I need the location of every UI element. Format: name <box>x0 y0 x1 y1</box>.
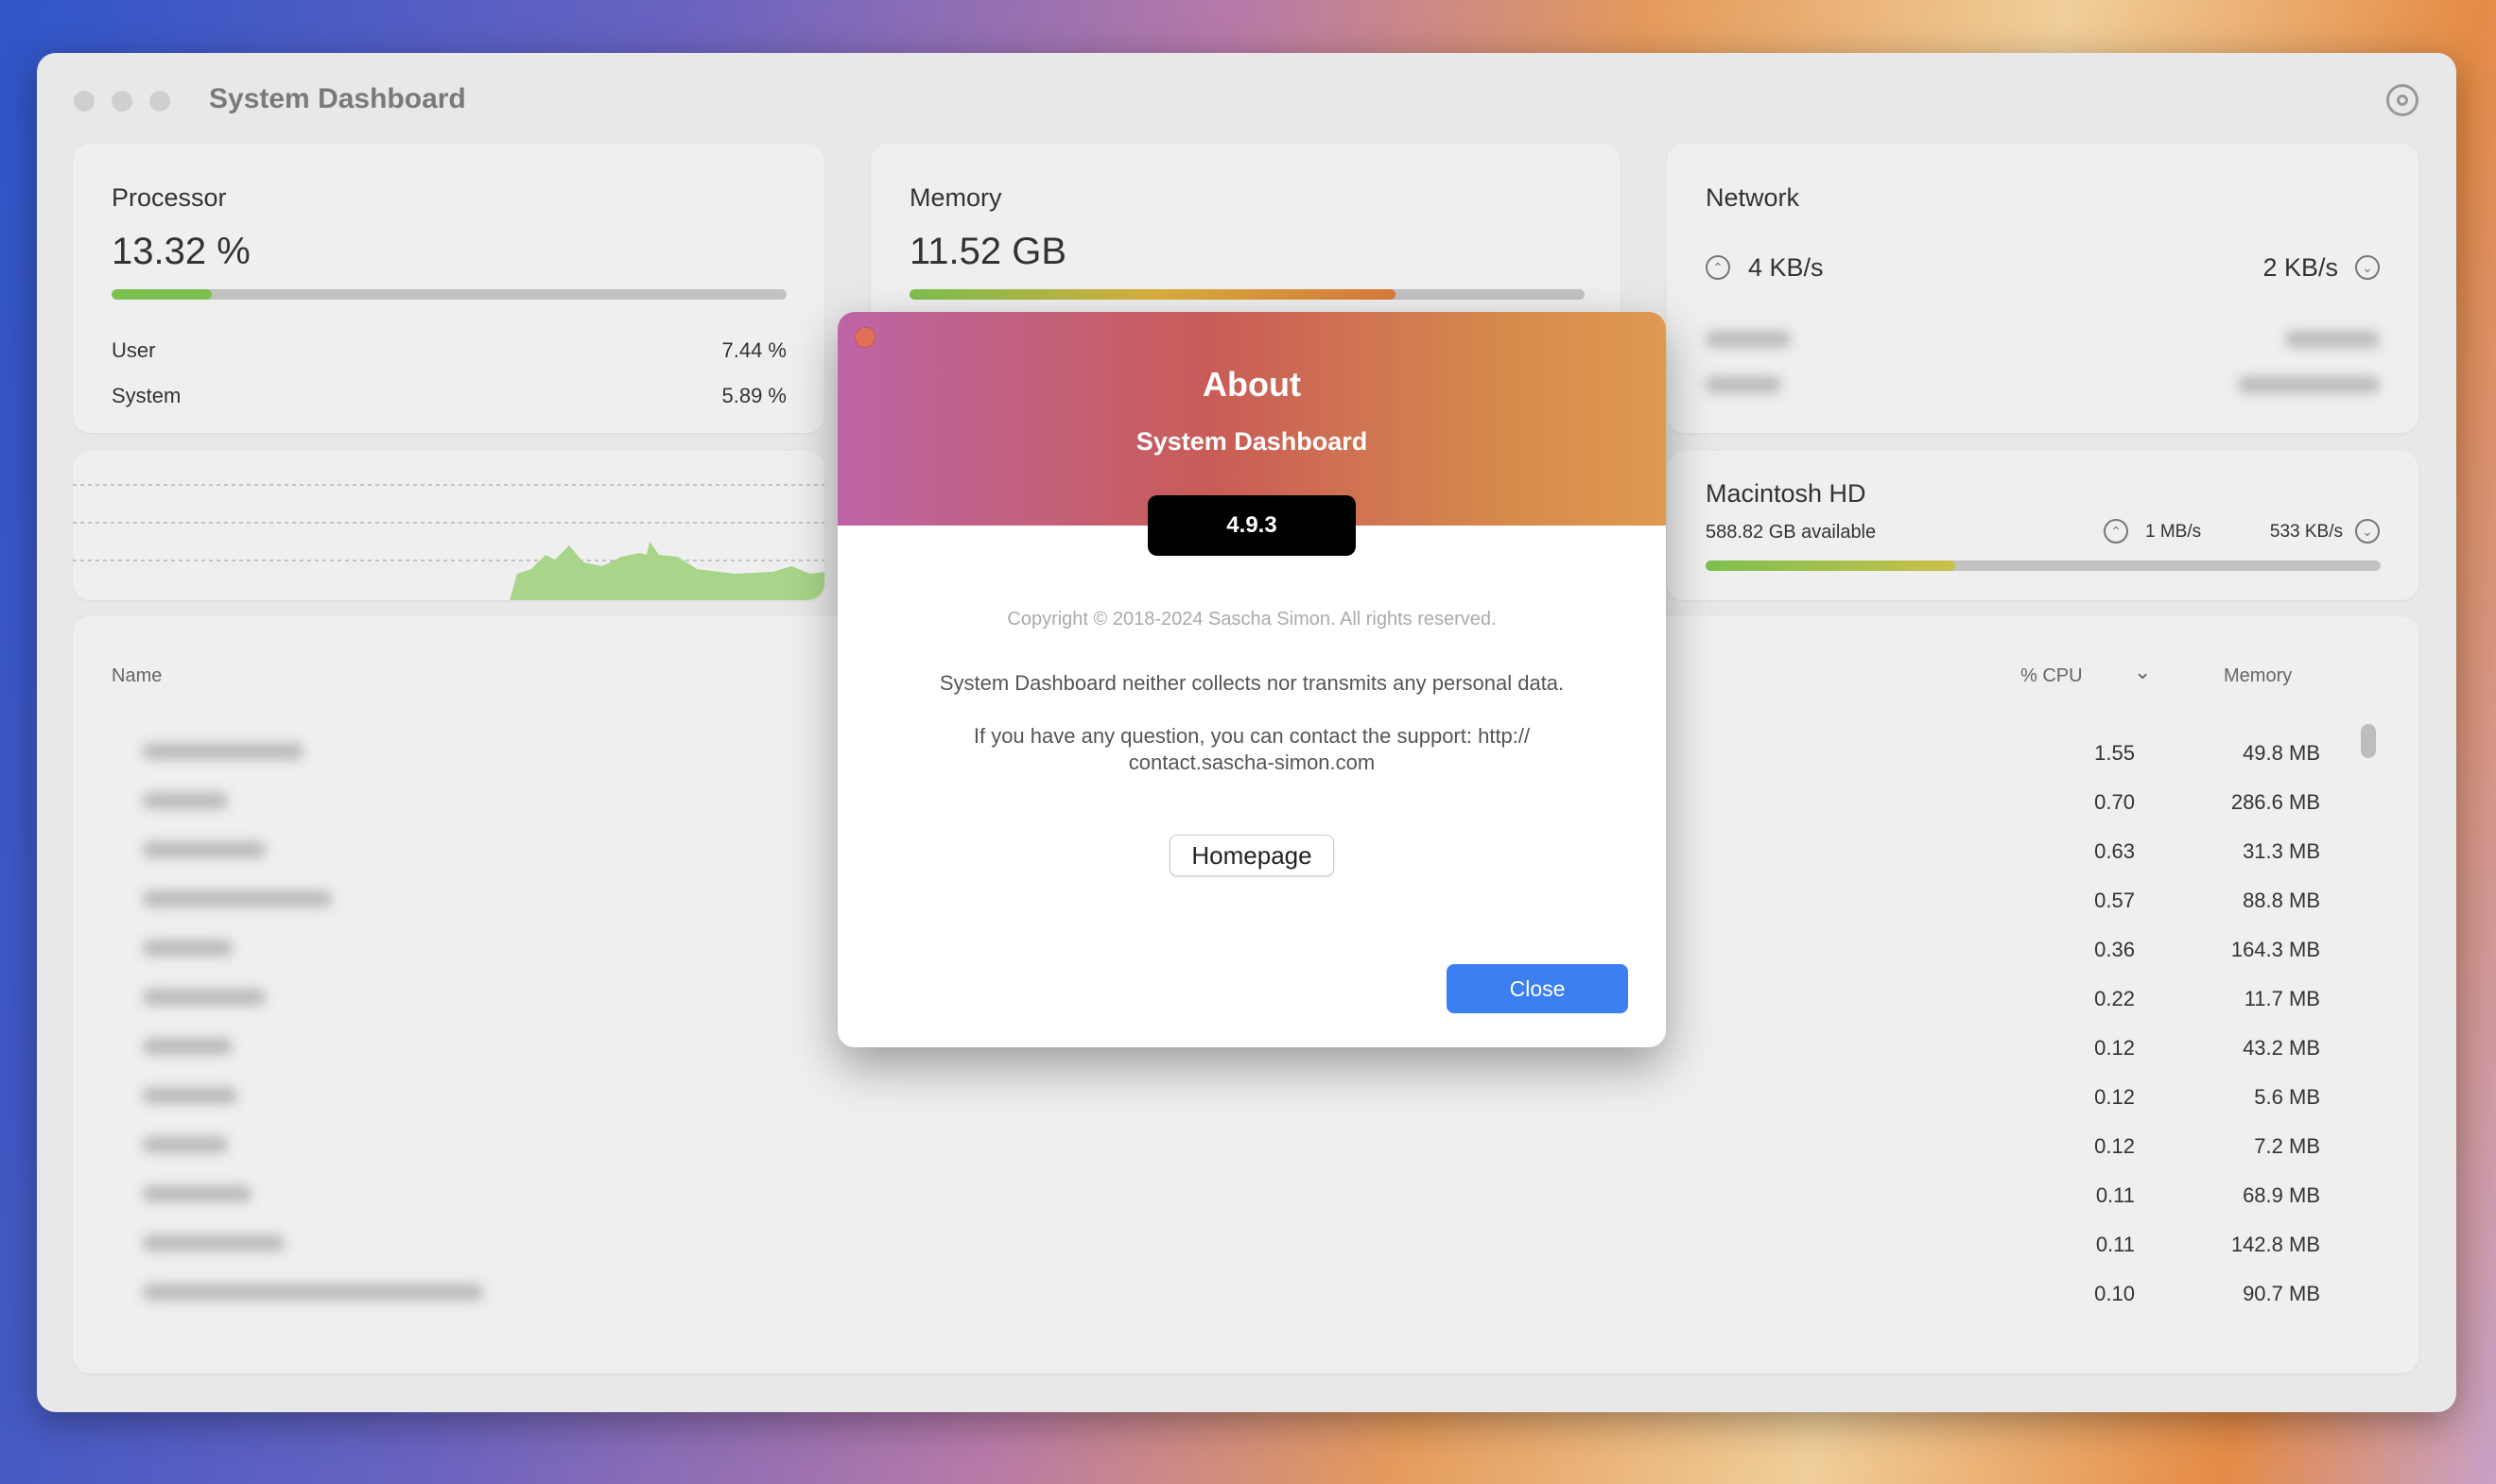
window-zoom-button[interactable] <box>149 91 170 112</box>
support-link[interactable]: contact.sascha-simon.com <box>838 751 1666 775</box>
cpu-cell: 0.63 <box>2094 839 2135 863</box>
dialog-close-dot[interactable] <box>855 327 875 348</box>
process-name-redacted <box>143 743 303 760</box>
column-header-memory[interactable]: Memory <box>2224 665 2292 687</box>
network-label: Network <box>1706 183 1800 212</box>
close-button[interactable]: Close <box>1447 964 1628 1013</box>
process-name-redacted <box>143 1185 251 1202</box>
memory-cell: 11.7 MB <box>2244 987 2320 1010</box>
memory-cell: 286.6 MB <box>2230 790 2320 814</box>
table-row[interactable]: 0.11 142.8 MB <box>73 1233 2418 1282</box>
upload-speed: 4 KB/s <box>1748 253 1824 282</box>
cpu-cell: 0.12 <box>2094 1134 2135 1158</box>
privacy-text: System Dashboard neither collects nor tr… <box>939 671 1565 695</box>
process-name-redacted <box>143 1038 233 1055</box>
memory-cell: 68.9 MB <box>2243 1183 2320 1207</box>
process-name-redacted <box>143 792 228 809</box>
cpu-history-chart <box>73 451 824 600</box>
write-arrow-icon: ⌄ <box>2355 519 2380 544</box>
table-row[interactable]: 0.12 7.2 MB <box>73 1134 2418 1183</box>
cpu-cell: 0.70 <box>2094 790 2135 814</box>
memory-value: 11.52 GB <box>910 231 1067 272</box>
memory-label: Memory <box>910 183 1002 212</box>
network-card: Network ⌃ 4 KB/s 2 KB/s ⌄ <box>1667 144 2418 433</box>
cpu-cell: 1.55 <box>2094 741 2135 765</box>
cpu-cell: 0.12 <box>2094 1036 2135 1060</box>
memory-cell: 49.8 MB <box>2243 741 2320 765</box>
column-header-name[interactable]: Name <box>112 665 162 687</box>
disk-bar <box>1706 561 2381 571</box>
disk-available: 588.82 GB available <box>1706 522 1877 543</box>
memory-bar <box>910 289 1585 300</box>
table-row[interactable]: 0.12 5.6 MB <box>73 1085 2418 1134</box>
process-name-redacted <box>143 1284 483 1301</box>
about-app-name: System Dashboard <box>1135 427 1368 456</box>
memory-cell: 43.2 MB <box>2243 1036 2320 1060</box>
download-speed: 2 KB/s <box>2262 253 2338 282</box>
memory-cell: 7.2 MB <box>2254 1134 2320 1158</box>
disk-label: Macintosh HD <box>1706 479 1866 508</box>
process-name-redacted <box>143 940 233 957</box>
process-name-redacted <box>143 890 332 907</box>
about-title: About <box>1203 365 1301 404</box>
version-badge: 4.9.3 <box>1148 495 1356 556</box>
local-ip-redacted <box>1706 376 1781 393</box>
window-close-button[interactable] <box>74 91 95 112</box>
system-value: 5.89 % <box>721 384 788 407</box>
cpu-cell: 0.36 <box>2094 938 2135 961</box>
cpu-cell: 0.22 <box>2094 987 2135 1010</box>
process-name-redacted <box>143 989 266 1006</box>
memory-cell: 88.8 MB <box>2243 889 2320 912</box>
memory-cell: 5.6 MB <box>2254 1085 2320 1109</box>
system-label: System <box>112 384 182 407</box>
support-text-line1: If you have any question, you can contac… <box>973 724 1531 748</box>
about-dialog: About System Dashboard 4.9.3 Copyright ©… <box>838 312 1666 1047</box>
memory-cell: 90.7 MB <box>2243 1282 2320 1305</box>
upload-arrow-icon: ⌃ <box>1706 255 1730 280</box>
gear-icon[interactable] <box>2386 84 2418 116</box>
window-minimize-button[interactable] <box>112 91 132 112</box>
user-label: User <box>112 338 156 362</box>
cpu-cell: 0.10 <box>2094 1282 2135 1305</box>
table-row[interactable]: 0.11 68.9 MB <box>73 1183 2418 1233</box>
copyright-text: Copyright © 2018-2024 Sascha Simon. All … <box>1007 609 1497 630</box>
process-name-redacted <box>143 1087 237 1104</box>
public-ip-value-redacted <box>2285 331 2380 348</box>
memory-cell: 164.3 MB <box>2230 938 2320 961</box>
public-ip-redacted <box>1706 331 1791 348</box>
sort-chevron-down-icon[interactable]: ⌄ <box>2134 660 2151 684</box>
memory-cell: 142.8 MB <box>2230 1233 2320 1256</box>
about-header <box>838 312 1666 526</box>
table-row[interactable]: 0.10 90.7 MB <box>73 1282 2418 1331</box>
process-name-redacted <box>143 841 266 858</box>
cpu-cell: 0.11 <box>2095 1183 2135 1207</box>
read-arrow-icon: ⌃ <box>2104 519 2128 544</box>
homepage-button[interactable]: Homepage <box>1170 835 1334 876</box>
column-header-cpu[interactable]: % CPU <box>2020 665 2083 687</box>
download-arrow-icon: ⌄ <box>2355 255 2380 280</box>
disk-card: Macintosh HD 588.82 GB available ⌃ 1 MB/… <box>1667 451 2418 600</box>
window-title: System Dashboard <box>209 83 466 114</box>
local-ip-value-redacted <box>2238 376 2380 393</box>
cpu-history-graph <box>73 484 824 600</box>
user-value: 7.44 % <box>721 338 788 362</box>
process-name-redacted <box>143 1234 285 1251</box>
processor-value: 13.32 % <box>112 231 251 272</box>
disk-write-speed: 533 KB/s <box>2269 522 2343 542</box>
processor-bar <box>112 289 787 300</box>
processor-card: Processor 13.32 % User 7.44 % System 5.8… <box>73 144 824 433</box>
cpu-cell: 0.12 <box>2094 1085 2135 1109</box>
cpu-cell: 0.57 <box>2094 889 2135 912</box>
processor-label: Processor <box>112 183 227 212</box>
memory-cell: 31.3 MB <box>2243 839 2320 863</box>
process-name-redacted <box>143 1136 228 1153</box>
cpu-cell: 0.11 <box>2095 1233 2135 1256</box>
disk-read-speed: 1 MB/s <box>2145 522 2202 542</box>
